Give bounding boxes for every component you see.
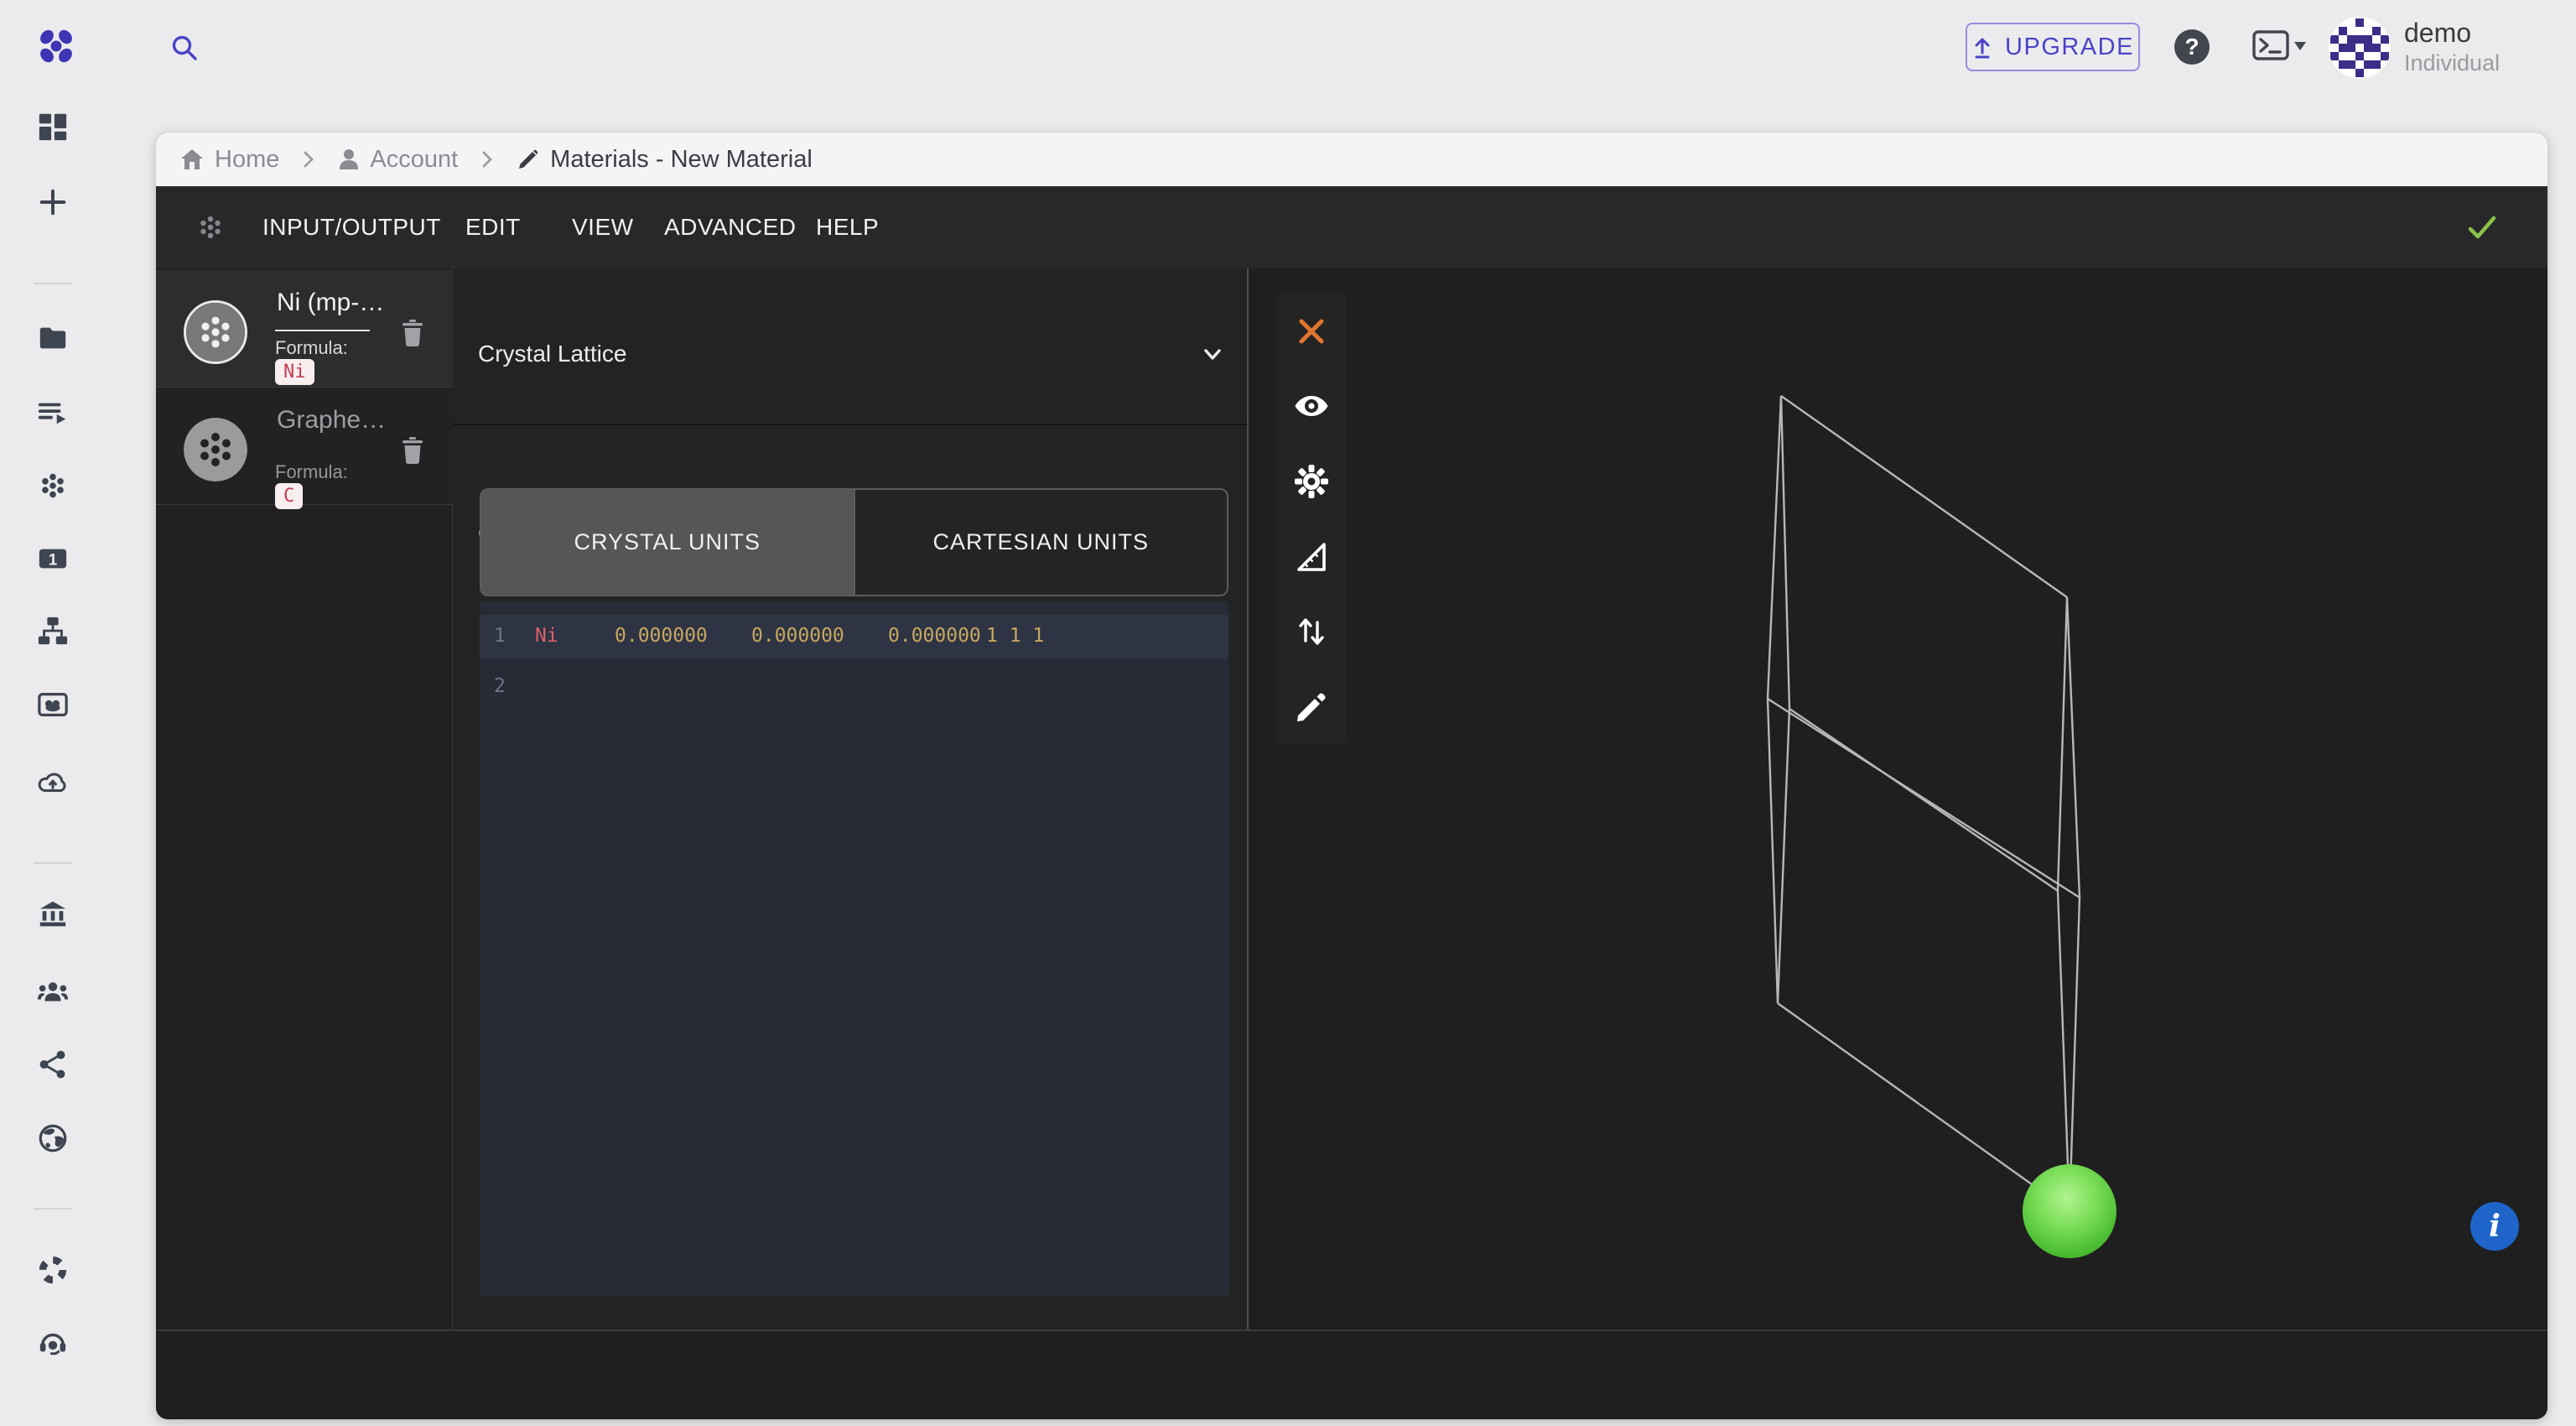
info-label: i xyxy=(2489,1209,2501,1244)
material-avatar xyxy=(184,418,247,481)
menu-view[interactable]: VIEW xyxy=(572,186,634,268)
editor-content: Ni (mp-… Formula: Ni Graphe… Formula: xyxy=(156,268,2547,1330)
edit-pencil-icon[interactable] xyxy=(1293,689,1330,726)
breadcrumb: Home Account Materials - New Material xyxy=(156,133,2547,186)
basis-code-editor[interactable]: 1 Ni 0.000000 0.000000 0.000000 1 1 1 2 xyxy=(480,601,1228,1296)
tab-cartesian-units[interactable]: CARTESIAN UNITS xyxy=(854,490,1228,595)
user-avatar[interactable] xyxy=(2329,17,2391,79)
chevron-down-icon[interactable] xyxy=(1199,341,1226,367)
line-number: 1 xyxy=(494,625,506,647)
workflows-icon[interactable] xyxy=(37,615,69,647)
viewer-toolbar xyxy=(1276,294,1347,745)
visibility-eye-icon[interactable] xyxy=(1293,388,1330,424)
settings-gear-icon[interactable] xyxy=(1293,463,1330,500)
menubar: INPUT/OUTPUT EDIT VIEW ADVANCED HELP xyxy=(156,186,2547,268)
breadcrumb-label: Home xyxy=(215,146,279,174)
svg-text:1: 1 xyxy=(49,552,58,570)
editor-window: Home Account Materials - New Material xyxy=(156,133,2547,1419)
sidebar-divider xyxy=(34,1208,72,1210)
person-icon xyxy=(338,148,360,171)
atom-sphere-ni[interactable] xyxy=(2023,1164,2116,1258)
material-name-underline xyxy=(275,330,370,331)
organization-icon[interactable] xyxy=(37,898,69,930)
mat3ra-app: UPGRADE ? demo Individual xyxy=(0,0,2576,1426)
support-headset-icon[interactable] xyxy=(37,1326,69,1358)
section-title-crystal-lattice: Crystal Lattice xyxy=(478,341,626,367)
saved-check-icon[interactable] xyxy=(2467,214,2497,241)
home-icon xyxy=(179,148,205,171)
default-entity-icon[interactable]: 1 xyxy=(37,543,69,575)
menu-help[interactable]: HELP xyxy=(816,186,879,268)
formula-label: Formula: xyxy=(275,337,348,359)
formula-label: Formula: xyxy=(275,461,348,483)
sidebar-divider xyxy=(34,283,72,284)
help-button[interactable]: ? xyxy=(2174,29,2210,65)
breadcrumb-label: Materials - New Material xyxy=(550,146,813,174)
dashboard-icon[interactable] xyxy=(37,111,69,143)
bottom-bar xyxy=(156,1330,2547,1419)
app-logo-icon[interactable] xyxy=(39,29,74,64)
sidebar-divider xyxy=(34,862,72,864)
menu-input-output[interactable]: INPUT/OUTPUT xyxy=(262,186,441,268)
menu-edit[interactable]: EDIT xyxy=(465,186,521,268)
materials-dots-icon xyxy=(195,212,226,242)
delete-icon[interactable] xyxy=(401,319,424,347)
chevron-down-icon xyxy=(2294,42,2306,50)
section-divider xyxy=(453,424,1247,425)
edit-pencil-icon xyxy=(517,148,540,171)
structure-viewer[interactable]: i xyxy=(1247,268,2547,1330)
create-new-icon[interactable] xyxy=(37,186,69,218)
share-icon[interactable] xyxy=(37,1049,69,1080)
basis-x: 0.000000 xyxy=(615,625,708,647)
info-button[interactable]: i xyxy=(2470,1202,2519,1251)
user-plan: Individual xyxy=(2404,49,2500,77)
close-icon[interactable] xyxy=(1293,313,1330,350)
team-icon[interactable] xyxy=(37,976,69,1008)
help-center-icon[interactable] xyxy=(37,1254,69,1286)
material-avatar xyxy=(184,300,247,364)
unit-cell-wireframe xyxy=(1249,268,2547,1330)
chevron-right-icon xyxy=(303,150,314,169)
breadcrumb-account[interactable]: Account xyxy=(338,146,458,174)
units-tabs: CRYSTAL UNITS CARTESIAN UNITS xyxy=(480,488,1228,596)
editor-active-line xyxy=(480,615,1228,658)
inspector-panel: Crystal Lattice Crystal Basis CRYSTAL UN… xyxy=(453,268,1247,1330)
material-name[interactable]: Ni (mp-… xyxy=(277,289,384,317)
material-item-ni[interactable]: Ni (mp-… Formula: Ni xyxy=(156,270,453,388)
measure-ruler-icon[interactable] xyxy=(1293,539,1330,575)
menu-advanced[interactable]: ADVANCED xyxy=(664,186,797,268)
upgrade-button[interactable]: UPGRADE xyxy=(1966,23,2140,71)
projects-folder-icon[interactable] xyxy=(37,322,69,354)
materials-icon[interactable] xyxy=(37,470,69,502)
upgrade-label: UPGRADE xyxy=(2005,34,2134,61)
breadcrumb-label: Account xyxy=(370,146,458,174)
app-sidebar: 1 xyxy=(0,94,84,1426)
user-name: demo xyxy=(2404,17,2500,49)
basis-flags: 1 1 1 xyxy=(986,625,1044,647)
sort-arrows-icon[interactable] xyxy=(1293,613,1330,650)
material-item-graphene[interactable]: Graphe… Formula: C xyxy=(156,388,453,505)
basis-y: 0.000000 xyxy=(751,625,844,647)
tab-crystal-units[interactable]: CRYSTAL UNITS xyxy=(481,490,854,595)
line-number: 2 xyxy=(494,675,506,697)
jobs-icon[interactable] xyxy=(37,397,69,429)
formula-badge: C xyxy=(275,483,303,509)
chevron-right-icon xyxy=(481,150,493,169)
basis-z: 0.000000 xyxy=(888,625,981,647)
upload-arrow-icon xyxy=(1971,34,1993,60)
breadcrumb-current[interactable]: Materials - New Material xyxy=(517,146,813,174)
web-globe-icon[interactable] xyxy=(37,1122,69,1154)
material-name[interactable]: Graphe… xyxy=(277,406,386,435)
basis-element: Ni xyxy=(535,625,558,647)
materials-list: Ni (mp-… Formula: Ni Graphe… Formula: xyxy=(156,268,453,1330)
console-menu-button[interactable] xyxy=(2252,30,2308,64)
media-icon[interactable] xyxy=(37,689,69,721)
breadcrumb-home[interactable]: Home xyxy=(179,146,279,174)
cloud-upload-icon[interactable] xyxy=(37,767,69,799)
formula-badge: Ni xyxy=(275,359,314,385)
user-menu[interactable]: demo Individual xyxy=(2404,17,2500,77)
search-icon[interactable] xyxy=(170,34,199,62)
delete-icon[interactable] xyxy=(401,436,424,465)
